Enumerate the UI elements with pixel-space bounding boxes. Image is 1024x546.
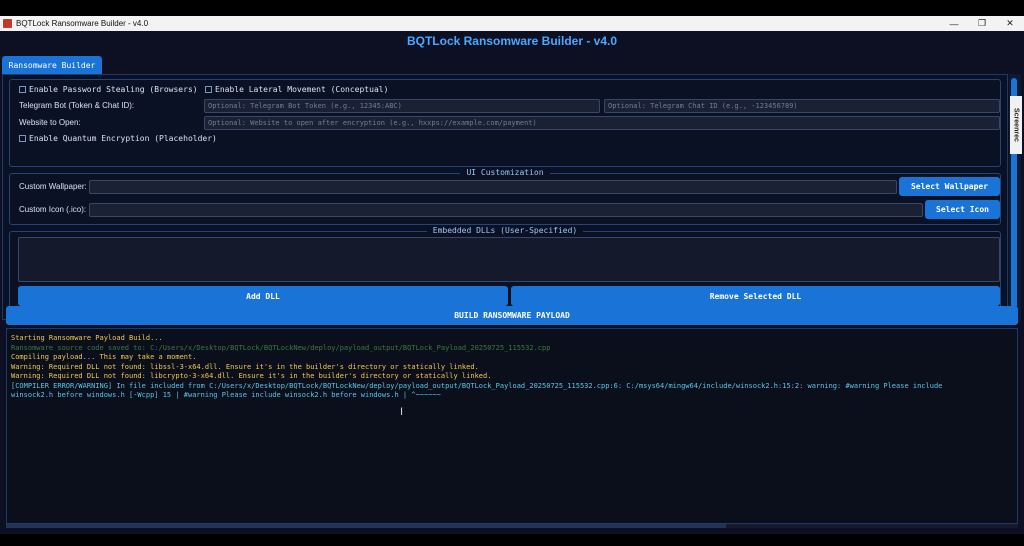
window-controls: — ❐ ✕ (940, 16, 1024, 31)
app-icon (3, 19, 12, 28)
dll-list[interactable] (18, 237, 1000, 282)
ui-customization-group: UI Customization Custom Wallpaper: Selec… (9, 168, 1001, 225)
tab-ransomware-builder[interactable]: Ransomware Builder (2, 56, 102, 74)
options-group: Enable Password Stealing (Browsers) Enab… (9, 79, 1001, 167)
website-label: Website to Open: (19, 118, 81, 127)
checkbox-box (205, 86, 212, 93)
icon-input[interactable] (89, 203, 923, 217)
website-input[interactable]: Optional: Website to open after encrypti… (204, 116, 1000, 130)
telegram-token-input[interactable]: Optional: Telegram Bot Token (e.g., 1234… (204, 99, 600, 113)
minimize-icon[interactable]: — (940, 16, 968, 31)
builder-panel: Enable Password Stealing (Browsers) Enab… (2, 74, 1008, 320)
window-title: BQTLock Ransomware Builder - v4.0 (16, 19, 149, 28)
close-icon[interactable]: ✕ (996, 16, 1024, 31)
checkbox-box (19, 135, 26, 142)
maximize-icon[interactable]: ❐ (968, 16, 996, 31)
text-cursor-icon: I (400, 406, 404, 418)
wallpaper-label: Custom Wallpaper: (19, 182, 87, 191)
console-horizontal-scrollbar[interactable] (6, 524, 1018, 528)
log-line: Warning: Required DLL not found: libcryp… (11, 372, 492, 380)
log-line: Warning: Required DLL not found: libssl-… (11, 362, 479, 371)
log-line: Ransomware source code saved to: C:/User… (11, 343, 551, 352)
add-dll-button[interactable]: Add DLL (18, 286, 508, 306)
select-icon-button[interactable]: Select Icon (925, 200, 1000, 219)
select-wallpaper-button[interactable]: Select Wallpaper (899, 177, 1000, 196)
title-bar: BQTLock Ransomware Builder - v4.0 — ❐ ✕ (0, 16, 1024, 31)
log-line: [COMPILER ERROR/WARNING] In file include… (11, 381, 943, 390)
quantum-encryption-label: Enable Quantum Encryption (Placeholder) (29, 134, 217, 143)
remove-dll-button[interactable]: Remove Selected DLL (511, 286, 1000, 306)
quantum-encryption-checkbox[interactable]: Enable Quantum Encryption (Placeholder) (19, 134, 217, 143)
telegram-label: Telegram Bot (Token & Chat ID): (19, 101, 135, 110)
scrollbar-thumb[interactable] (6, 524, 726, 528)
build-payload-button[interactable]: BUILD RANSOMWARE PAYLOAD (6, 306, 1018, 325)
lateral-movement-label: Enable Lateral Movement (Conceptual) (215, 85, 389, 94)
screen-top-bar (0, 0, 1024, 16)
embedded-dlls-group: Embedded DLLs (User-Specified) Add DLL R… (9, 226, 1001, 311)
app-window: BQTLock Ransomware Builder - v4.0 — ❐ ✕ … (0, 16, 1024, 534)
build-log-console[interactable]: Starting Ransomware Payload Build... Ran… (6, 328, 1018, 524)
telegram-chat-id-input[interactable]: Optional: Telegram Chat ID (e.g., -12345… (604, 99, 1000, 113)
log-line: winsock2.h before windows.h [-Wcpp] 15 |… (11, 391, 441, 399)
screen-bottom-bar (0, 534, 1024, 546)
ui-customization-title: UI Customization (460, 168, 550, 177)
log-line: Starting Ransomware Payload Build... (11, 334, 163, 342)
page-title: BQTLock Ransomware Builder - v4.0 (406, 34, 618, 48)
embedded-dlls-title: Embedded DLLs (User-Specified) (426, 226, 584, 235)
lateral-movement-checkbox[interactable]: Enable Lateral Movement (Conceptual) (205, 85, 388, 94)
password-stealing-label: Enable Password Stealing (Browsers) (29, 85, 198, 94)
log-line: Compiling payload... This may take a mom… (11, 353, 197, 361)
password-stealing-checkbox[interactable]: Enable Password Stealing (Browsers) (19, 85, 198, 94)
checkbox-box (19, 86, 26, 93)
screen-recorder-tag: Screenrec (1010, 96, 1022, 154)
icon-label: Custom Icon (.ico): (19, 205, 87, 214)
wallpaper-input[interactable] (89, 180, 897, 194)
